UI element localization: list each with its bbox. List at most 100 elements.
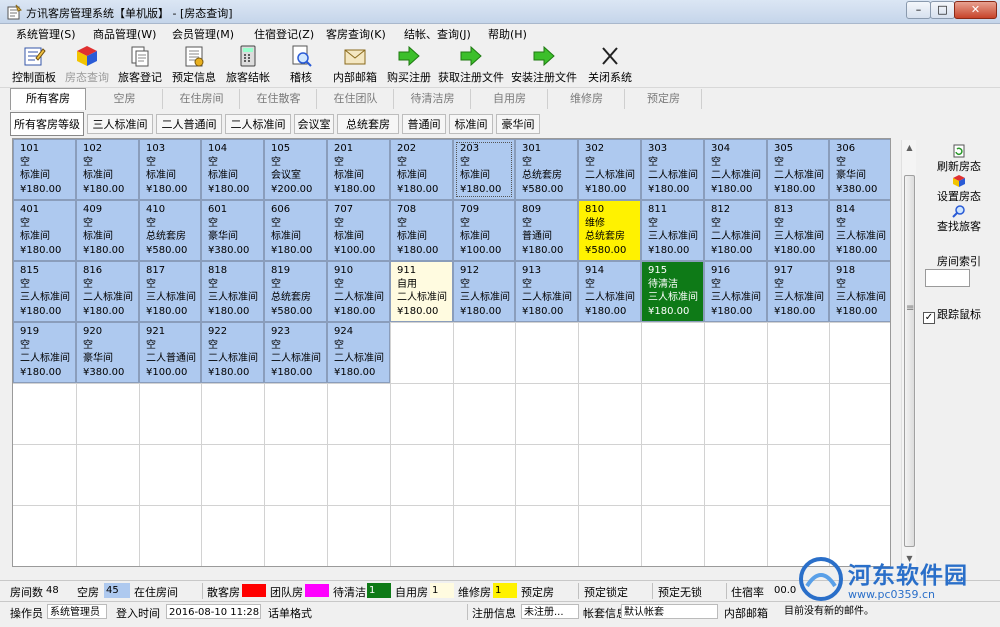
room-status: 空 bbox=[208, 339, 218, 351]
room-type-tab[interactable]: 会议室 bbox=[294, 114, 334, 134]
room-cell[interactable]: 303 空二人标准间 ¥180.00 bbox=[641, 139, 704, 200]
room-cell[interactable]: 916 空三人标准间 ¥180.00 bbox=[704, 261, 767, 322]
menu-system[interactable]: 系统管理(S) bbox=[16, 26, 76, 42]
vertical-scrollbar[interactable]: ▲ ▼ bbox=[901, 140, 916, 567]
room-cell[interactable]: 922 空二人标准间 ¥180.00 bbox=[201, 322, 264, 383]
room-cell[interactable]: 918 空三人标准间 ¥180.00 bbox=[829, 261, 890, 322]
status-tab[interactable]: 自用房 bbox=[472, 89, 548, 109]
room-cell[interactable]: 910 空二人标准间 ¥180.00 bbox=[327, 261, 390, 322]
room-cell[interactable]: 813 空三人标准间 ¥180.00 bbox=[767, 200, 829, 261]
room-cell[interactable]: 401 空标准间 ¥180.00 bbox=[13, 200, 76, 261]
menu-member[interactable]: 会员管理(M) bbox=[172, 26, 234, 42]
room-cell[interactable]: 819 空总统套房 ¥580.00 bbox=[264, 261, 327, 322]
room-cell[interactable]: 707 空标准间 ¥100.00 bbox=[327, 200, 390, 261]
room-type-tab[interactable]: 总统套房 bbox=[337, 114, 399, 134]
menu-help[interactable]: 帮助(H) bbox=[488, 26, 527, 42]
guest-register-button[interactable]: 旅客登记 bbox=[114, 42, 166, 88]
room-cell[interactable]: 203 空标准间 ¥180.00 bbox=[453, 139, 515, 200]
room-cell[interactable]: 410 空总统套房 ¥580.00 bbox=[139, 200, 201, 261]
control-panel-button[interactable]: 控制面板 bbox=[8, 42, 60, 88]
room-price: ¥100.00 bbox=[146, 366, 188, 378]
room-cell[interactable]: 409 空标准间 ¥180.00 bbox=[76, 200, 139, 261]
room-cell[interactable]: 601 空豪华间 ¥380.00 bbox=[201, 200, 264, 261]
status-tab[interactable]: 在住散客 bbox=[241, 89, 317, 109]
guest-checkout-button[interactable]: 旅客结帐 bbox=[222, 42, 274, 88]
status-tab[interactable]: 预定房 bbox=[626, 89, 702, 109]
room-type-tab[interactable]: 所有客房等级 bbox=[10, 112, 84, 136]
room-cell[interactable]: 911 自用 二人标准间 ¥180.00 bbox=[390, 261, 453, 322]
room-cell[interactable]: 913 空二人标准间 ¥180.00 bbox=[515, 261, 578, 322]
status-tab[interactable]: 维修房 bbox=[549, 89, 625, 109]
room-cell[interactable]: 105 空会议室 ¥200.00 bbox=[264, 139, 327, 200]
room-cell[interactable]: 912 空三人标准间 ¥180.00 bbox=[453, 261, 515, 322]
room-cell[interactable]: 104 空标准间 ¥180.00 bbox=[201, 139, 264, 200]
menu-room-query[interactable]: 客房查询(K) bbox=[326, 26, 386, 42]
status-tab[interactable]: 在住团队 bbox=[318, 89, 394, 109]
room-cell[interactable]: 812 空二人标准间 ¥180.00 bbox=[704, 200, 767, 261]
reservation-button[interactable]: 预定信息 bbox=[168, 42, 220, 88]
buy-register-button[interactable]: 购买注册 bbox=[384, 42, 434, 88]
room-cell[interactable]: 811 空三人标准间 ¥180.00 bbox=[641, 200, 704, 261]
room-cell[interactable]: 102 空标准间 ¥180.00 bbox=[76, 139, 139, 200]
menu-checkin[interactable]: 住宿登记(Z) bbox=[254, 26, 314, 42]
room-type-tab[interactable]: 二人标准间 bbox=[225, 114, 291, 134]
scroll-down-icon[interactable]: ▼ bbox=[902, 551, 917, 567]
room-cell[interactable]: 817 空三人标准间 ¥180.00 bbox=[139, 261, 201, 322]
room-type-tab[interactable]: 普通间 bbox=[402, 114, 446, 134]
room-type: 三人标准间 bbox=[774, 231, 824, 242]
room-cell[interactable]: 708 空标准间 ¥180.00 bbox=[390, 200, 453, 261]
menu-goods[interactable]: 商品管理(W) bbox=[93, 26, 156, 42]
room-cell[interactable]: 920 空豪华间 ¥380.00 bbox=[76, 322, 139, 383]
room-cell[interactable]: 306 空豪华间 ¥380.00 bbox=[829, 139, 890, 200]
install-register-file-button[interactable]: 安装注册文件 bbox=[508, 42, 580, 88]
room-cell[interactable]: 923 空二人标准间 ¥180.00 bbox=[264, 322, 327, 383]
scroll-thumb[interactable] bbox=[904, 175, 915, 547]
room-cell[interactable]: 201 空标准间 ¥180.00 bbox=[327, 139, 390, 200]
room-cell[interactable]: 818 空三人标准间 ¥180.00 bbox=[201, 261, 264, 322]
close-button[interactable]: ✕ bbox=[954, 1, 997, 19]
status-tab[interactable]: 所有客房 bbox=[10, 88, 86, 110]
menu-checkout[interactable]: 结帐、查询(J) bbox=[404, 26, 471, 42]
room-type-tab[interactable]: 豪华间 bbox=[496, 114, 540, 134]
room-type-tab[interactable]: 标准间 bbox=[449, 114, 493, 134]
close-system-button[interactable]: 关闭系统 bbox=[584, 42, 636, 88]
status-tab[interactable]: 在住房间 bbox=[164, 89, 240, 109]
room-cell[interactable]: 809 空普通间 ¥180.00 bbox=[515, 200, 578, 261]
room-index-input[interactable] bbox=[925, 269, 970, 287]
get-register-file-button[interactable]: 获取注册文件 bbox=[436, 42, 506, 88]
room-type-tab[interactable]: 三人标准间 bbox=[87, 114, 153, 134]
room-cell[interactable]: 915 待清洁 三人标准间 ¥180.00 bbox=[641, 261, 704, 322]
status-tab[interactable]: 待清洁房 bbox=[395, 89, 471, 109]
minimize-button[interactable]: – bbox=[906, 1, 931, 19]
audit-button[interactable]: 稽核 bbox=[282, 42, 320, 88]
room-cell[interactable]: 304 空二人标准间 ¥180.00 bbox=[704, 139, 767, 200]
room-cell[interactable]: 815 空三人标准间 ¥180.00 bbox=[13, 261, 76, 322]
room-cell[interactable]: 103 空标准间 ¥180.00 bbox=[139, 139, 201, 200]
room-status-button[interactable]: 房态查询 bbox=[62, 42, 112, 88]
room-cell[interactable]: 914 空二人标准间 ¥180.00 bbox=[578, 261, 641, 322]
status-tab[interactable]: 空房 bbox=[87, 89, 163, 109]
room-cell[interactable]: 301 空总统套房 ¥580.00 bbox=[515, 139, 578, 200]
room-cell[interactable]: 917 空三人标准间 ¥180.00 bbox=[767, 261, 829, 322]
room-cell[interactable]: 814 空三人标准间 ¥180.00 bbox=[829, 200, 890, 261]
room-cell[interactable]: 924 空二人标准间 ¥180.00 bbox=[327, 322, 390, 383]
room-cell[interactable]: 202 空标准间 ¥180.00 bbox=[390, 139, 453, 200]
room-cell[interactable]: 709 空标准间 ¥100.00 bbox=[453, 200, 515, 261]
room-type-tab[interactable]: 二人普通间 bbox=[156, 114, 222, 134]
room-cell[interactable]: 305 空二人标准间 ¥180.00 bbox=[767, 139, 829, 200]
room-cell[interactable]: 810 维修 总统套房 ¥580.00 bbox=[578, 200, 641, 261]
room-cell[interactable]: 606 空标准间 ¥180.00 bbox=[264, 200, 327, 261]
maximize-button[interactable]: □ bbox=[930, 1, 955, 19]
room-cell[interactable]: 101 空标准间 ¥180.00 bbox=[13, 139, 76, 200]
track-mouse-checkbox[interactable]: ✓ 跟踪鼠标 bbox=[923, 306, 981, 324]
room-cell[interactable]: 816 空二人标准间 ¥180.00 bbox=[76, 261, 139, 322]
room-cell[interactable]: 921 空二人普通间 ¥100.00 bbox=[139, 322, 201, 383]
set-room-status-button[interactable]: 设置房态 bbox=[920, 174, 998, 204]
splitter-grip-icon[interactable]: ≡ bbox=[906, 303, 914, 314]
refresh-room-status-button[interactable]: 刷新房态 bbox=[920, 144, 998, 174]
scroll-up-icon[interactable]: ▲ bbox=[902, 140, 917, 156]
room-cell[interactable]: 302 空二人标准间 ¥180.00 bbox=[578, 139, 641, 200]
find-guest-button[interactable]: 查找旅客 bbox=[920, 204, 998, 234]
room-cell[interactable]: 919 空二人标准间 ¥180.00 bbox=[13, 322, 76, 383]
internal-mail-button[interactable]: 内部邮箱 bbox=[330, 42, 380, 88]
